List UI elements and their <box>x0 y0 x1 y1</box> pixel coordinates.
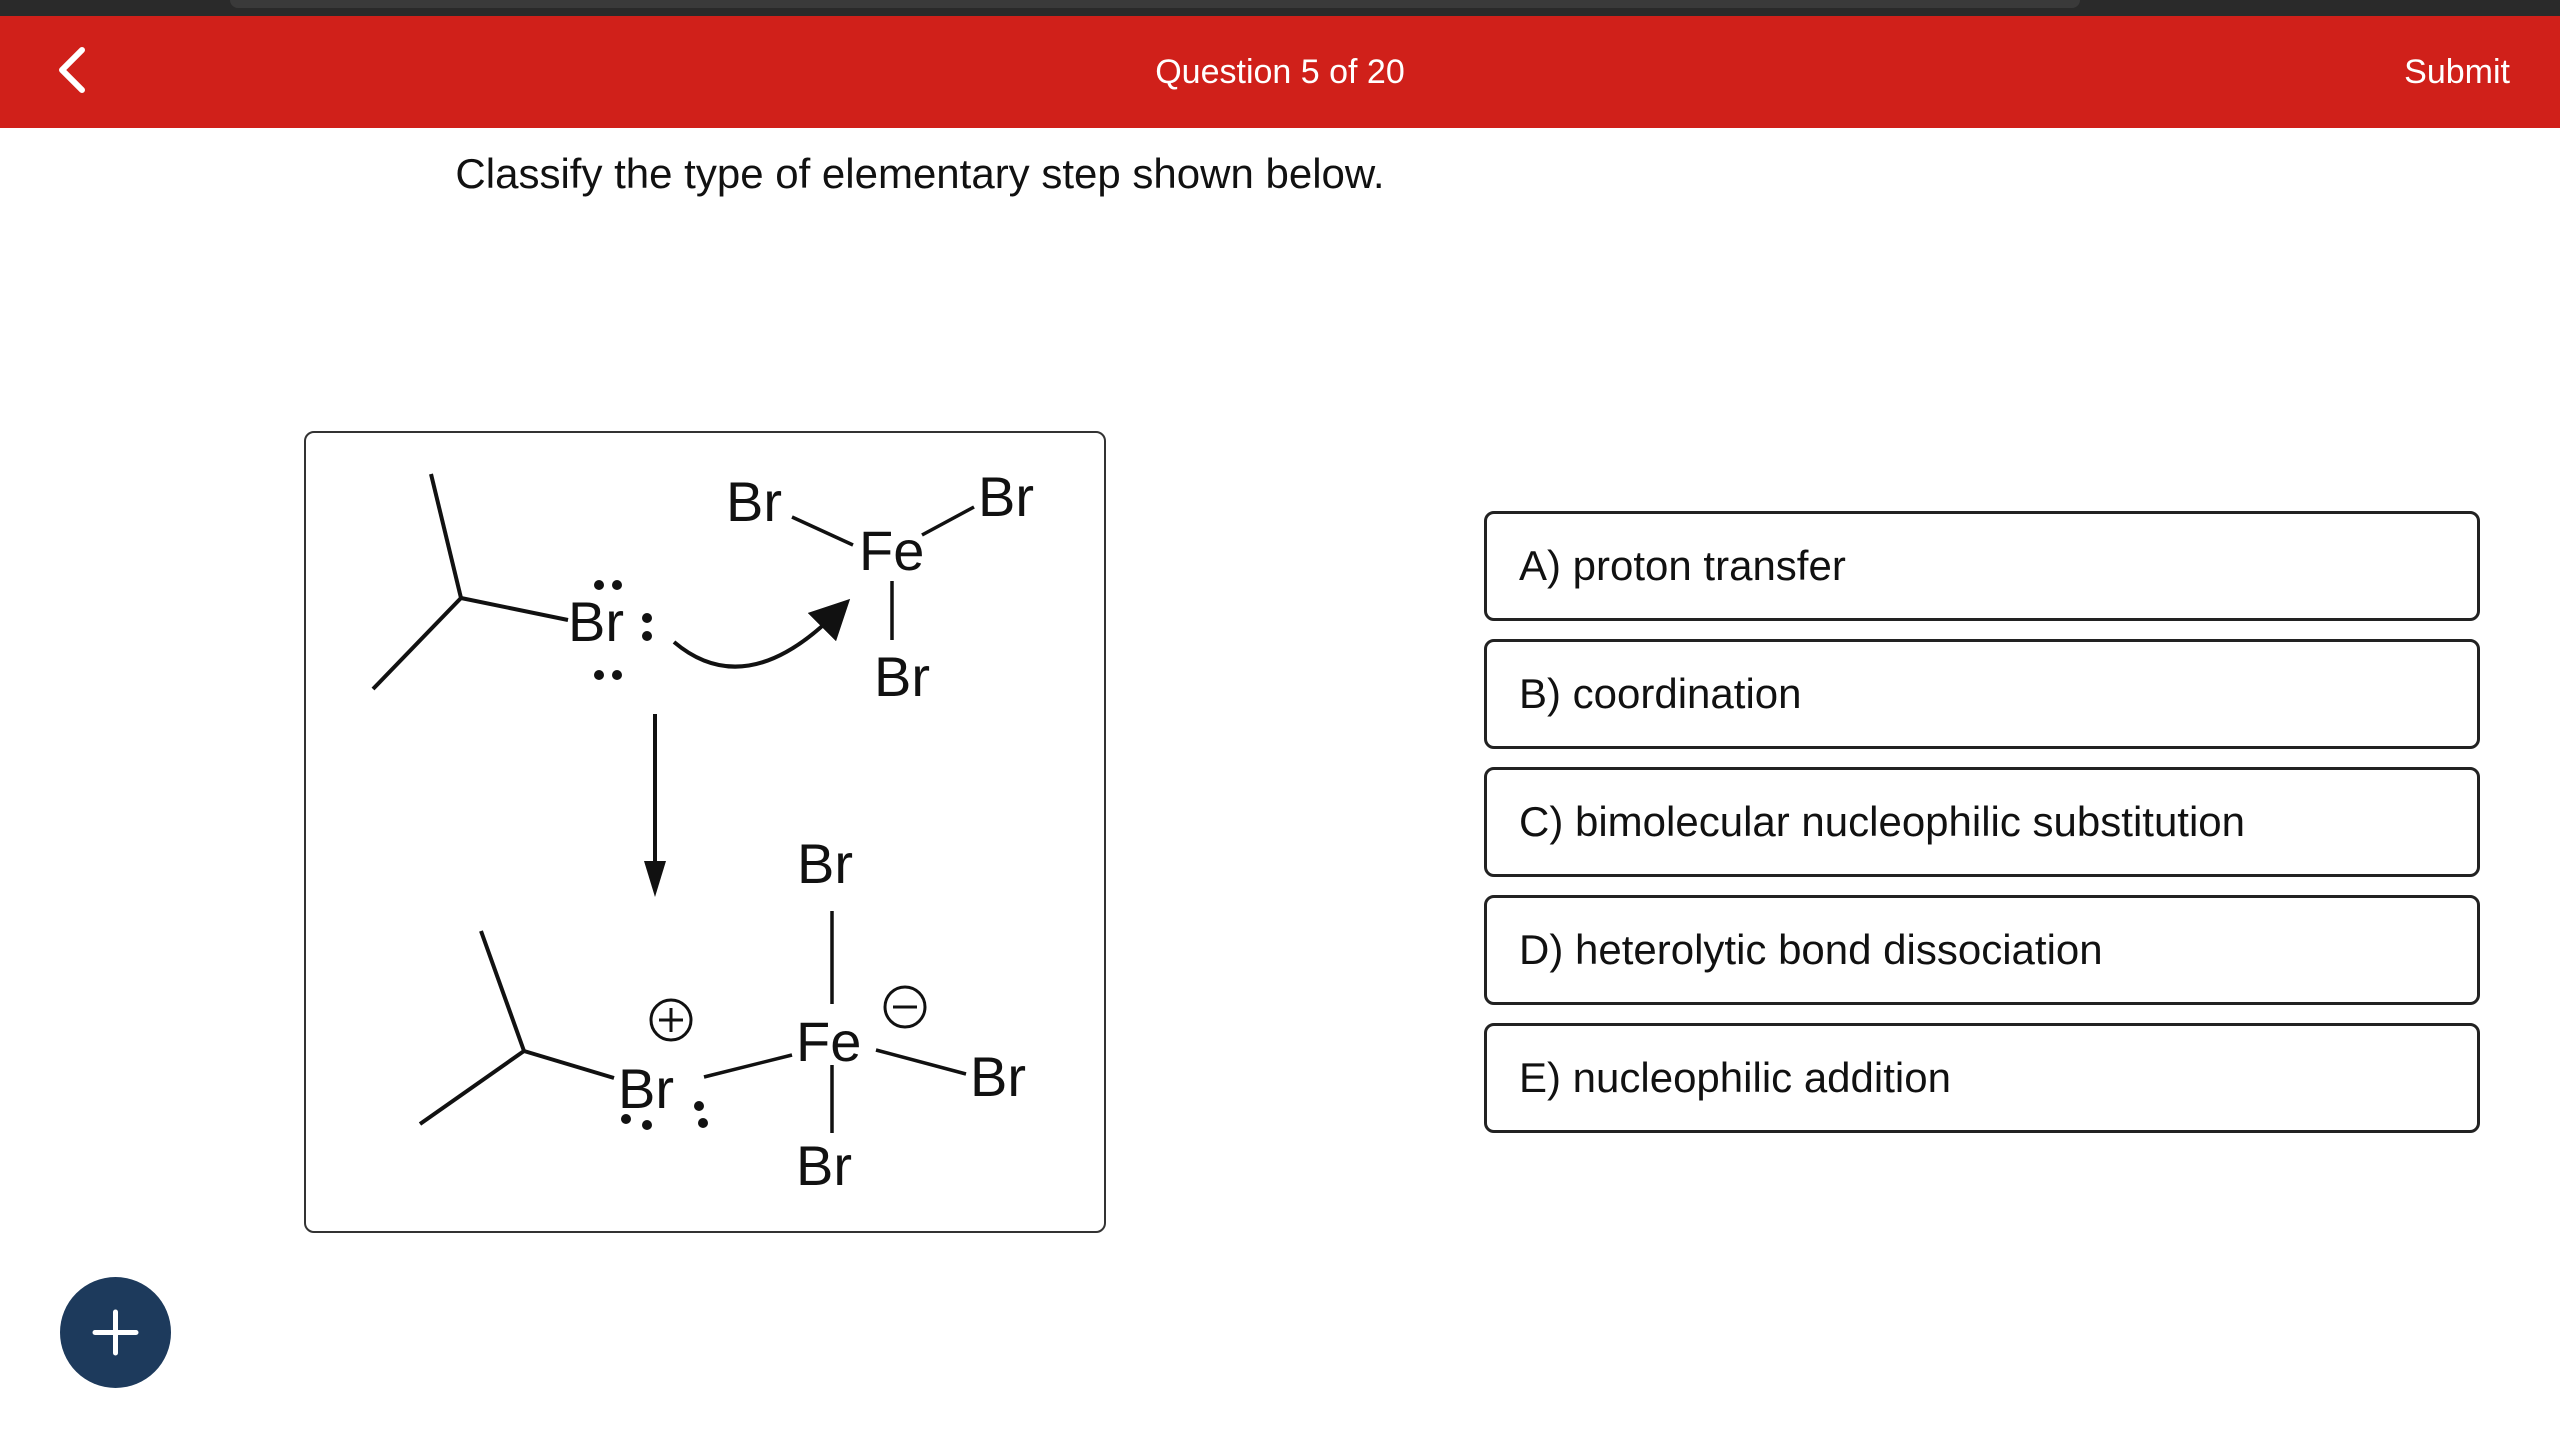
chevron-left-icon <box>59 47 85 93</box>
top-isopropyl-skeleton <box>371 473 569 691</box>
top-br-nucleophile-label: Br <box>568 590 624 653</box>
option-a-label: A) proton transfer <box>1519 542 1846 589</box>
add-button[interactable] <box>60 1277 171 1388</box>
bottom-fe-label: Fe <box>796 1010 861 1073</box>
option-d-label: D) heterolytic bond dissociation <box>1519 926 2103 973</box>
top-fe-label: Fe <box>859 519 924 582</box>
page-title: Question 5 of 20 <box>1155 53 1405 91</box>
back-button[interactable] <box>44 38 108 102</box>
submit-button[interactable]: Submit <box>2404 16 2510 128</box>
bottom-br-right-label: Br <box>970 1045 1026 1108</box>
top-br-bottom-label: Br <box>874 645 930 708</box>
option-c-label: C) bimolecular nucleophilic substitution <box>1519 798 2246 845</box>
option-e-label: E) nucleophilic addition <box>1519 1054 1951 1101</box>
option-b-label: B) coordination <box>1519 670 1802 717</box>
option-b[interactable]: B) coordination <box>1484 639 2480 749</box>
option-d[interactable]: D) heterolytic bond dissociation <box>1484 895 2480 1005</box>
header-bar: Question 5 of 20 Submit <box>0 16 2560 128</box>
plus-icon <box>92 1309 139 1356</box>
reaction-arrow-head <box>644 861 666 897</box>
reaction-mechanism-drawing: Br Br Fe Br Br Br Br Fe Br Br <box>371 465 1034 1197</box>
question-prompt: Classify the type of elementary step sho… <box>0 150 2560 198</box>
question-prompt-text: Classify the type of elementary step sho… <box>455 150 1385 197</box>
option-e[interactable]: E) nucleophilic addition <box>1484 1023 2480 1133</box>
window-top-strip-inner <box>230 0 2080 8</box>
bottom-br-top-label: Br <box>797 832 853 895</box>
curved-electron-arrow <box>672 598 851 669</box>
positive-charge-icon <box>649 998 693 1042</box>
bottom-isopropyl-skeleton <box>418 930 615 1126</box>
reaction-diagram: Br Br Fe Br Br Br Br Fe Br Br <box>304 431 1106 1233</box>
window-top-strip <box>0 0 2560 16</box>
bottom-br-bottom-label: Br <box>796 1134 852 1197</box>
top-br-left-label: Br <box>726 470 782 533</box>
option-a[interactable]: A) proton transfer <box>1484 511 2480 621</box>
negative-charge-icon <box>883 985 927 1029</box>
bottom-br-bridge-label: Br <box>618 1057 674 1120</box>
top-br-right-label: Br <box>978 465 1034 528</box>
option-c[interactable]: C) bimolecular nucleophilic substitution <box>1484 767 2480 877</box>
